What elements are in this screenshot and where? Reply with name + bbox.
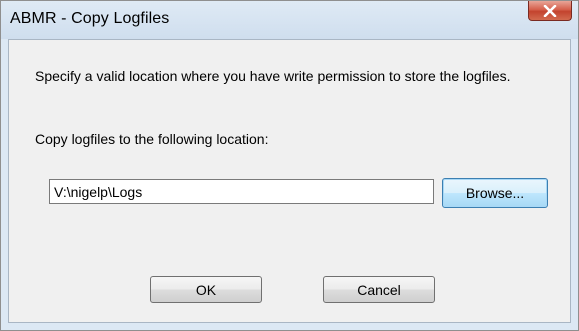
location-label: Copy logfiles to the following location:: [35, 131, 269, 147]
close-icon: [529, 1, 571, 20]
ok-button[interactable]: OK: [150, 276, 262, 303]
location-path-input[interactable]: [49, 179, 434, 204]
close-button[interactable]: [528, 1, 572, 21]
dialog-window: ABMR - Copy Logfiles Specify a valid loc…: [0, 0, 579, 331]
cancel-button[interactable]: Cancel: [323, 276, 435, 303]
browse-button[interactable]: Browse...: [442, 178, 548, 208]
instruction-text: Specify a valid location where you have …: [35, 68, 511, 84]
title-bar[interactable]: ABMR - Copy Logfiles: [1, 1, 578, 39]
window-title: ABMR - Copy Logfiles: [10, 10, 170, 27]
dialog-body: Specify a valid location where you have …: [8, 39, 571, 323]
